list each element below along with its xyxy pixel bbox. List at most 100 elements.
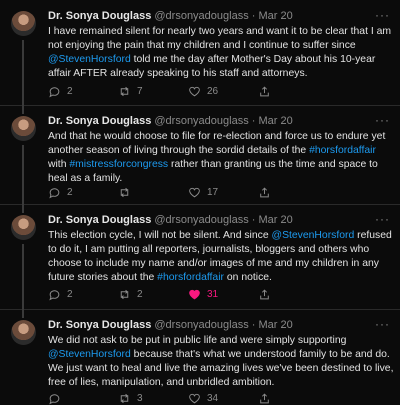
tweet-date[interactable]: Mar 20 — [259, 115, 293, 127]
heart-icon — [189, 393, 200, 403]
tweet-3[interactable]: Dr. Sonya Douglass @drsonyadouglass · Ma… — [0, 204, 400, 310]
author-handle[interactable]: @drsonyadouglass — [154, 214, 248, 226]
retweet-button[interactable]: 7 — [118, 85, 188, 98]
tweet-text-segment: with — [48, 159, 70, 170]
retweet-count: 2 — [137, 288, 143, 300]
tweet-4[interactable]: Dr. Sonya Douglass @drsonyadouglass · Ma… — [0, 309, 400, 405]
tweet-header: Dr. Sonya Douglass @drsonyadouglass · Ma… — [48, 8, 390, 24]
retweet-count: 3 — [137, 392, 143, 404]
author-handle[interactable]: @drsonyadouglass — [154, 10, 248, 22]
retweet-button[interactable]: 3 — [118, 392, 188, 405]
avatar[interactable] — [11, 320, 36, 345]
tweet-date[interactable]: Mar 20 — [259, 319, 293, 331]
reply-button[interactable]: 2 — [48, 85, 118, 98]
like-button[interactable]: 17 — [188, 186, 258, 199]
thread-connector — [22, 244, 24, 309]
heart-icon — [189, 187, 200, 197]
thread-connector — [22, 40, 24, 105]
share-icon — [260, 186, 269, 197]
avatar[interactable] — [11, 215, 36, 240]
retweet-button[interactable]: 2 — [118, 288, 188, 301]
share-icon — [260, 392, 269, 403]
reply-icon — [49, 393, 60, 404]
share-button[interactable] — [258, 288, 328, 301]
tweet-1[interactable]: Dr. Sonya Douglass @drsonyadouglass · Ma… — [0, 0, 400, 106]
author-name[interactable]: Dr. Sonya Douglass — [48, 319, 151, 331]
more-icon[interactable]: ··· — [375, 317, 390, 331]
tweet-date[interactable]: Mar 20 — [259, 214, 293, 226]
heart-icon — [189, 86, 200, 96]
tweet-actions: 2 7 26 — [48, 84, 328, 98]
reply-button[interactable]: 2 — [48, 186, 118, 199]
separator-dot: · — [251, 319, 256, 331]
like-count: 26 — [207, 85, 219, 97]
author-handle[interactable]: @drsonyadouglass — [154, 115, 248, 127]
retweet-icon — [120, 86, 129, 96]
like-count: 31 — [207, 288, 219, 300]
retweet-icon — [120, 289, 129, 299]
tweet-actions: 3 34 — [48, 391, 328, 405]
hashtag-link[interactable]: #mistressforcongress — [69, 159, 168, 170]
like-count: 17 — [207, 186, 219, 198]
share-icon — [260, 85, 269, 96]
tweet-text-segment: I have remained silent for nearly two ye… — [48, 26, 392, 51]
author-name[interactable]: Dr. Sonya Douglass — [48, 10, 151, 22]
avatar[interactable] — [11, 11, 36, 36]
share-button[interactable] — [258, 186, 328, 199]
retweet-count: 7 — [137, 85, 143, 97]
more-icon[interactable]: ··· — [375, 8, 390, 22]
hashtag-link[interactable]: #horsfordaffair — [157, 272, 224, 283]
tweet-header: Dr. Sonya Douglass @drsonyadouglass · Ma… — [48, 212, 390, 228]
author-handle[interactable]: @drsonyadouglass — [154, 319, 248, 331]
tweet-thread: Dr. Sonya Douglass @drsonyadouglass · Ma… — [0, 0, 400, 405]
share-button[interactable] — [258, 392, 328, 405]
tweet-text-segment: This election cycle, I will not be silen… — [48, 230, 272, 241]
separator-dot: · — [251, 115, 256, 127]
reply-icon — [49, 289, 60, 300]
mention-link[interactable]: @StevenHorsford — [48, 349, 131, 360]
reply-button[interactable] — [48, 392, 118, 405]
reply-count: 2 — [67, 288, 73, 300]
thread-connector — [22, 309, 24, 318]
thread-connector — [22, 145, 24, 204]
hashtag-link[interactable]: #horsfordaffair — [309, 145, 376, 156]
like-button[interactable]: 31 — [188, 288, 258, 301]
tweet-text: I have remained silent for nearly two ye… — [48, 25, 394, 81]
separator-dot: · — [251, 214, 256, 226]
mention-link[interactable]: @StevenHorsford — [272, 230, 355, 241]
like-count: 34 — [207, 392, 219, 404]
tweet-header: Dr. Sonya Douglass @drsonyadouglass · Ma… — [48, 113, 390, 129]
author-name[interactable]: Dr. Sonya Douglass — [48, 115, 151, 127]
tweet-text: This election cycle, I will not be silen… — [48, 229, 394, 285]
tweet-2[interactable]: Dr. Sonya Douglass @drsonyadouglass · Ma… — [0, 105, 400, 205]
share-button[interactable] — [258, 85, 328, 98]
author-name[interactable]: Dr. Sonya Douglass — [48, 214, 151, 226]
avatar[interactable] — [11, 116, 36, 141]
reply-icon — [49, 187, 60, 198]
more-icon[interactable]: ··· — [375, 113, 390, 127]
share-icon — [260, 288, 269, 299]
tweet-date[interactable]: Mar 20 — [259, 10, 293, 22]
thread-connector — [22, 105, 24, 114]
tweet-text-segment: on notice. — [223, 272, 272, 283]
like-button[interactable]: 34 — [188, 392, 258, 405]
tweet-text-segment: We did not ask to be put in public life … — [48, 335, 347, 346]
tweet-actions: 2 2 31 — [48, 287, 328, 301]
tweet-text: And that he would choose to file for re-… — [48, 130, 394, 186]
mention-link[interactable]: @StevenHorsford — [48, 54, 131, 65]
reply-button[interactable]: 2 — [48, 288, 118, 301]
thread-connector — [22, 204, 24, 213]
reply-count: 2 — [67, 85, 73, 97]
tweet-header: Dr. Sonya Douglass @drsonyadouglass · Ma… — [48, 317, 390, 333]
more-icon[interactable]: ··· — [375, 212, 390, 226]
tweet-actions: 2 17 — [48, 185, 328, 199]
tweet-text: We did not ask to be put in public life … — [48, 334, 394, 390]
separator-dot: · — [251, 10, 256, 22]
like-button[interactable]: 26 — [188, 85, 258, 98]
reply-icon — [49, 86, 60, 97]
reply-count: 2 — [67, 186, 73, 198]
retweet-icon — [120, 187, 129, 197]
retweet-button[interactable] — [118, 186, 188, 199]
retweet-icon — [120, 393, 129, 403]
heart-icon — [189, 289, 200, 299]
